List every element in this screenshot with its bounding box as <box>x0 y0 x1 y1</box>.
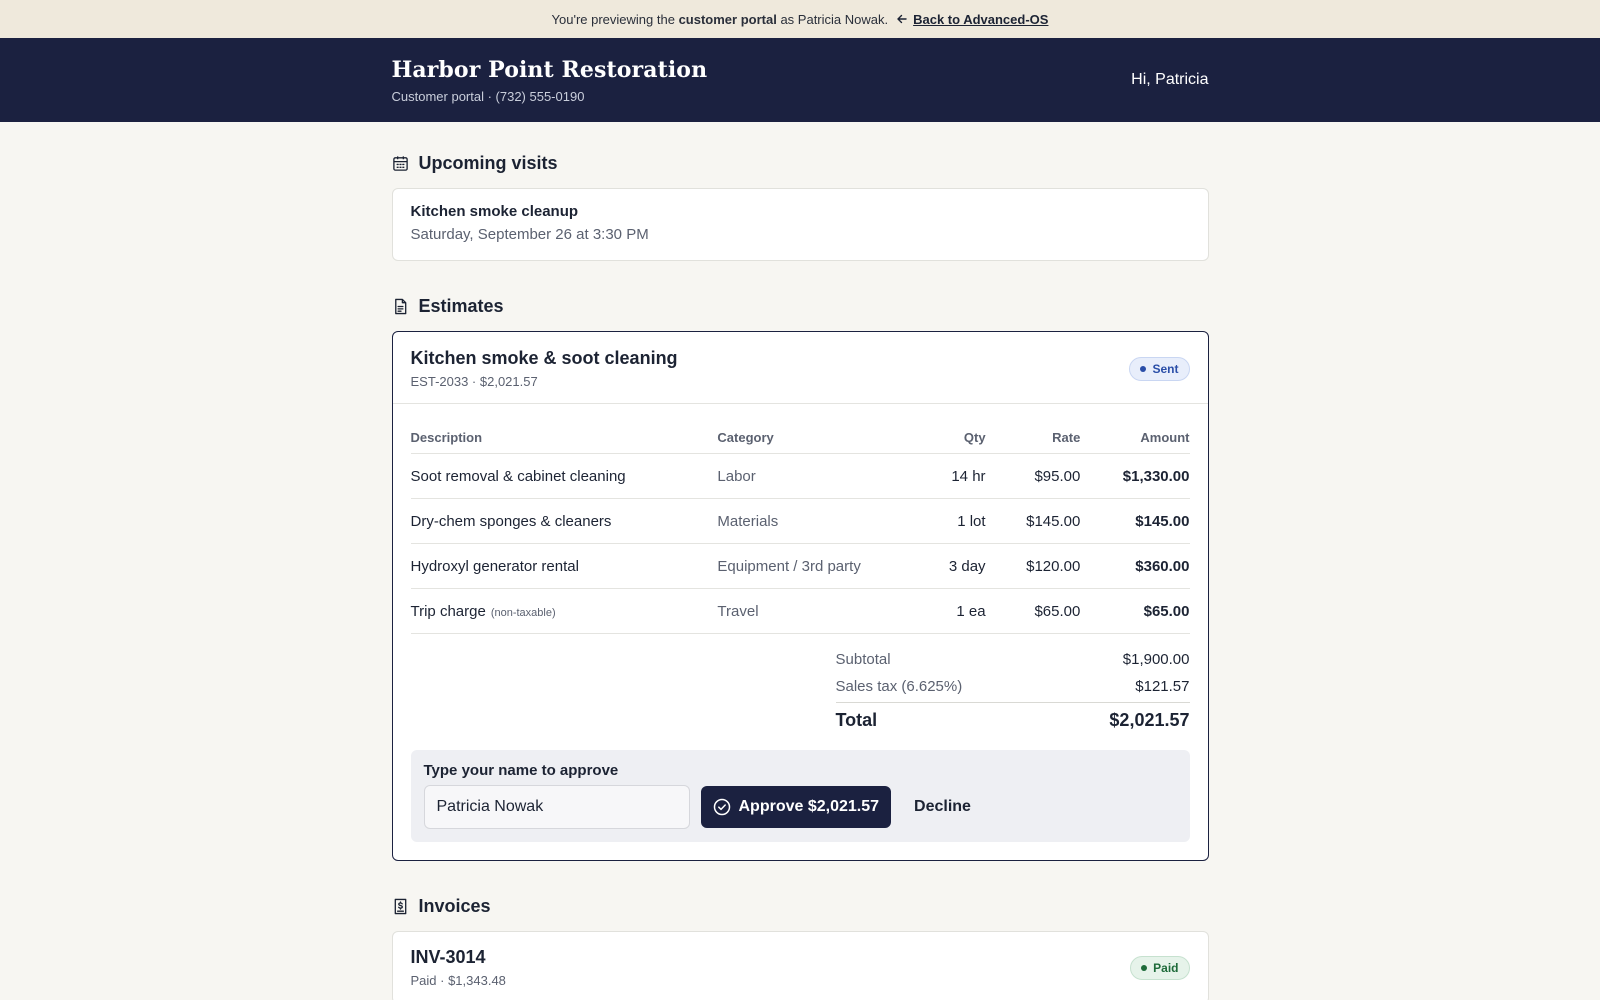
document-icon <box>394 298 406 314</box>
visit-datetime: Saturday, September 26 at 3:30 PM <box>410 226 649 243</box>
estimate-card: Kitchen smoke & soot cleaning EST-2033 ·… <box>391 331 1209 861</box>
section-heading-estimates: Estimates <box>392 291 1209 321</box>
cell-description: Hydroxyl generator rental <box>410 543 718 589</box>
totals-block: Subtotal $1,900.00 Sales tax (6.625%) $1… <box>835 646 1190 738</box>
cell-qty: 14 hr <box>911 453 986 499</box>
cell-category: Materials <box>717 498 912 544</box>
status-badge: Paid <box>1130 955 1190 980</box>
cell-description: Dry-chem sponges & cleaners <box>410 498 718 544</box>
upcoming-visits-section: Upcoming visits Kitchen smoke cleanup Sa… <box>391 148 1209 261</box>
calendar-icon <box>392 155 408 171</box>
description-text: Trip charge <box>410 602 486 620</box>
cell-rate: $95.00 <box>985 453 1081 499</box>
preview-prefix: You're previewing the <box>551 11 675 27</box>
table-row: Trip charge (non-taxable) Travel 1 ea $65… <box>410 588 1190 634</box>
invoice-number: INV-3014 <box>410 947 486 967</box>
line-items-table: Description Category Qty Rate Amount Soo… <box>410 422 1190 634</box>
invoices-section: Invoices INV-3014 Paid · $1,343.48 Paid <box>391 891 1209 1000</box>
tax-value: $121.57 <box>1135 678 1190 695</box>
cell-rate: $120.00 <box>985 543 1081 589</box>
cell-qty: 3 day <box>911 543 986 589</box>
approver-name-input[interactable] <box>423 785 690 829</box>
table-row: Hydroxyl generator rental Equipment / 3r… <box>410 543 1190 589</box>
description-text: Soot removal & cabinet cleaning <box>410 467 626 485</box>
back-to-advanced-os-link[interactable]: Back to Advanced-OS <box>896 12 1048 27</box>
invoice-dollar-icon <box>394 898 406 914</box>
total-value: $2,021.57 <box>1109 710 1190 730</box>
cell-amount: $65.00 <box>1080 588 1190 634</box>
subtotal-value: $1,900.00 <box>1122 651 1190 668</box>
preview-suffix: as Patricia Nowak. <box>780 11 889 27</box>
estimate-title: Kitchen smoke & soot cleaning <box>410 348 678 368</box>
section-heading-visits: Upcoming visits <box>392 148 1209 178</box>
estimate-header: Kitchen smoke & soot cleaning EST-2033 ·… <box>392 332 1208 404</box>
visit-card[interactable]: Kitchen smoke cleanup Saturday, Septembe… <box>391 188 1209 261</box>
column-header-qty: Qty <box>911 422 986 454</box>
invoices-heading-label: Invoices <box>418 895 491 916</box>
column-header-description: Description <box>410 422 718 454</box>
main-content: Upcoming visits Kitchen smoke cleanup Sa… <box>391 122 1209 1000</box>
total-label: Total <box>835 710 878 730</box>
brand: Harbor Point Restoration Customer portal… <box>392 57 708 104</box>
tax-label: Sales tax (6.625%) <box>835 678 963 695</box>
estimates-heading-label: Estimates <box>418 295 504 316</box>
tax-row: Sales tax (6.625%) $121.57 <box>836 673 1190 700</box>
approve-button[interactable]: Approve $2,021.57 <box>700 786 892 828</box>
subtotal-label: Subtotal <box>835 651 891 668</box>
cell-description: Soot removal & cabinet cleaning <box>410 453 718 499</box>
portal-subtitle: Customer portal · (732) 555-0190 <box>391 88 585 104</box>
preview-bold: customer portal <box>678 11 777 27</box>
cell-amount: $1,330.00 <box>1080 453 1190 499</box>
status-dot <box>1140 365 1147 372</box>
status-badge: Sent <box>1129 356 1190 381</box>
column-header-amount: Amount <box>1080 422 1190 454</box>
cell-category: Labor <box>717 453 912 499</box>
table-header-row: Description Category Qty Rate Amount <box>410 422 1190 454</box>
column-header-category: Category <box>717 422 912 454</box>
column-header-rate: Rate <box>985 422 1081 454</box>
description-text: Dry-chem sponges & cleaners <box>410 512 612 530</box>
visit-title: Kitchen smoke cleanup <box>410 203 579 220</box>
non-taxable-note: (non-taxable) <box>490 606 556 619</box>
status-badge-label: Sent <box>1152 361 1179 376</box>
cell-category: Equipment / 3rd party <box>717 543 912 589</box>
back-link-label: Back to Advanced-OS <box>913 11 1049 27</box>
status-badge-label: Paid <box>1153 960 1179 975</box>
approve-instruction: Type your name to approve <box>423 762 619 779</box>
subtotal-row: Subtotal $1,900.00 <box>836 646 1190 673</box>
cell-rate: $65.00 <box>985 588 1081 634</box>
invoice-meta: Paid · $1,343.48 <box>410 973 506 988</box>
estimates-section: Estimates Kitchen smoke & soot cleaning … <box>391 291 1209 861</box>
approve-button-label: Approve $2,021.57 <box>738 798 880 815</box>
section-heading-invoices: Invoices <box>392 891 1209 921</box>
status-dot <box>1141 964 1148 971</box>
total-row: Total $2,021.57 <box>835 702 1190 738</box>
preview-banner: You're previewing the customer portal as… <box>0 0 1600 38</box>
description-text: Hydroxyl generator rental <box>410 557 579 575</box>
site-header: Harbor Point Restoration Customer portal… <box>0 38 1600 122</box>
visits-heading-label: Upcoming visits <box>418 152 558 173</box>
cell-amount: $145.00 <box>1080 498 1190 544</box>
decline-button[interactable]: Decline <box>902 798 983 816</box>
table-row: Soot removal & cabinet cleaning Labor 14… <box>410 453 1190 499</box>
cell-rate: $145.00 <box>985 498 1081 544</box>
preview-text: You're previewing the customer portal as… <box>552 12 889 27</box>
table-row: Dry-chem sponges & cleaners Materials 1 … <box>410 498 1190 544</box>
arrow-left-icon <box>897 14 907 24</box>
cell-qty: 1 ea <box>911 588 986 634</box>
cell-category: Travel <box>717 588 912 634</box>
cell-qty: 1 lot <box>911 498 986 544</box>
invoice-card[interactable]: INV-3014 Paid · $1,343.48 Paid <box>391 931 1209 1000</box>
company-name: Harbor Point Restoration <box>391 56 708 83</box>
approval-panel: Type your name to approve Approve $2,021… <box>410 750 1190 842</box>
cell-description: Trip charge (non-taxable) <box>410 588 718 634</box>
user-greeting: Hi, Patricia <box>1131 71 1209 88</box>
estimate-meta: EST-2033 · $2,021.57 <box>410 374 538 389</box>
check-circle-icon <box>713 798 730 816</box>
cell-amount: $360.00 <box>1080 543 1190 589</box>
